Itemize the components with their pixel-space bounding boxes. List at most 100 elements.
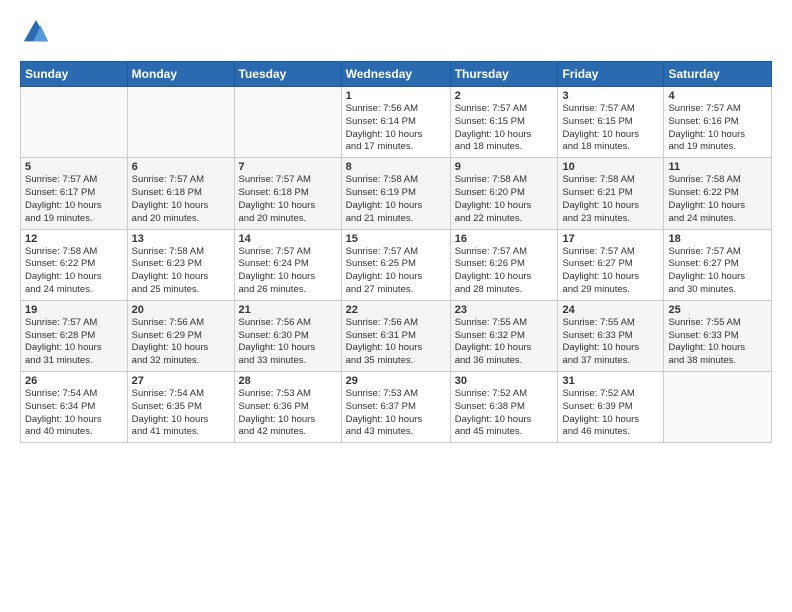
day-number: 27 xyxy=(132,375,230,387)
calendar-cell: 18Sunrise: 7:57 AM Sunset: 6:27 PM Dayli… xyxy=(664,229,772,300)
calendar-cell: 15Sunrise: 7:57 AM Sunset: 6:25 PM Dayli… xyxy=(341,229,450,300)
calendar-week-row: 5Sunrise: 7:57 AM Sunset: 6:17 PM Daylig… xyxy=(21,158,772,229)
calendar-cell: 10Sunrise: 7:58 AM Sunset: 6:21 PM Dayli… xyxy=(558,158,664,229)
calendar-cell: 25Sunrise: 7:55 AM Sunset: 6:33 PM Dayli… xyxy=(664,300,772,371)
day-info: Sunrise: 7:54 AM Sunset: 6:34 PM Dayligh… xyxy=(25,388,123,439)
day-info: Sunrise: 7:58 AM Sunset: 6:21 PM Dayligh… xyxy=(562,174,659,225)
day-info: Sunrise: 7:56 AM Sunset: 6:30 PM Dayligh… xyxy=(239,317,337,368)
day-number: 9 xyxy=(455,161,554,173)
calendar-week-row: 12Sunrise: 7:58 AM Sunset: 6:22 PM Dayli… xyxy=(21,229,772,300)
weekday-header-saturday: Saturday xyxy=(664,62,772,87)
calendar-cell: 1Sunrise: 7:56 AM Sunset: 6:14 PM Daylig… xyxy=(341,87,450,158)
calendar-cell: 2Sunrise: 7:57 AM Sunset: 6:15 PM Daylig… xyxy=(450,87,558,158)
day-info: Sunrise: 7:55 AM Sunset: 6:32 PM Dayligh… xyxy=(455,317,554,368)
day-number: 1 xyxy=(346,90,446,102)
day-info: Sunrise: 7:57 AM Sunset: 6:15 PM Dayligh… xyxy=(455,103,554,154)
day-info: Sunrise: 7:53 AM Sunset: 6:36 PM Dayligh… xyxy=(239,388,337,439)
calendar-week-row: 26Sunrise: 7:54 AM Sunset: 6:34 PM Dayli… xyxy=(21,372,772,443)
calendar-cell: 7Sunrise: 7:57 AM Sunset: 6:18 PM Daylig… xyxy=(234,158,341,229)
calendar-cell: 23Sunrise: 7:55 AM Sunset: 6:32 PM Dayli… xyxy=(450,300,558,371)
day-number: 21 xyxy=(239,304,337,316)
day-number: 7 xyxy=(239,161,337,173)
day-info: Sunrise: 7:52 AM Sunset: 6:39 PM Dayligh… xyxy=(562,388,659,439)
calendar-cell: 9Sunrise: 7:58 AM Sunset: 6:20 PM Daylig… xyxy=(450,158,558,229)
calendar-cell: 21Sunrise: 7:56 AM Sunset: 6:30 PM Dayli… xyxy=(234,300,341,371)
calendar-cell: 30Sunrise: 7:52 AM Sunset: 6:38 PM Dayli… xyxy=(450,372,558,443)
calendar-cell: 6Sunrise: 7:57 AM Sunset: 6:18 PM Daylig… xyxy=(127,158,234,229)
day-number: 5 xyxy=(25,161,123,173)
weekday-header-monday: Monday xyxy=(127,62,234,87)
calendar-table: SundayMondayTuesdayWednesdayThursdayFrid… xyxy=(20,61,772,443)
day-number: 10 xyxy=(562,161,659,173)
day-info: Sunrise: 7:57 AM Sunset: 6:26 PM Dayligh… xyxy=(455,246,554,297)
calendar-cell: 3Sunrise: 7:57 AM Sunset: 6:15 PM Daylig… xyxy=(558,87,664,158)
day-number: 6 xyxy=(132,161,230,173)
weekday-header-sunday: Sunday xyxy=(21,62,128,87)
day-info: Sunrise: 7:58 AM Sunset: 6:22 PM Dayligh… xyxy=(668,174,767,225)
calendar-week-row: 19Sunrise: 7:57 AM Sunset: 6:28 PM Dayli… xyxy=(21,300,772,371)
day-number: 24 xyxy=(562,304,659,316)
day-number: 29 xyxy=(346,375,446,387)
day-number: 4 xyxy=(668,90,767,102)
calendar-cell xyxy=(127,87,234,158)
calendar-cell: 12Sunrise: 7:58 AM Sunset: 6:22 PM Dayli… xyxy=(21,229,128,300)
weekday-header-tuesday: Tuesday xyxy=(234,62,341,87)
calendar-cell: 11Sunrise: 7:58 AM Sunset: 6:22 PM Dayli… xyxy=(664,158,772,229)
calendar-cell: 20Sunrise: 7:56 AM Sunset: 6:29 PM Dayli… xyxy=(127,300,234,371)
calendar-cell: 4Sunrise: 7:57 AM Sunset: 6:16 PM Daylig… xyxy=(664,87,772,158)
calendar-cell: 8Sunrise: 7:58 AM Sunset: 6:19 PM Daylig… xyxy=(341,158,450,229)
day-number: 22 xyxy=(346,304,446,316)
day-number: 19 xyxy=(25,304,123,316)
day-number: 15 xyxy=(346,233,446,245)
calendar-cell: 17Sunrise: 7:57 AM Sunset: 6:27 PM Dayli… xyxy=(558,229,664,300)
weekday-header-thursday: Thursday xyxy=(450,62,558,87)
calendar-cell: 13Sunrise: 7:58 AM Sunset: 6:23 PM Dayli… xyxy=(127,229,234,300)
calendar-cell: 19Sunrise: 7:57 AM Sunset: 6:28 PM Dayli… xyxy=(21,300,128,371)
page: SundayMondayTuesdayWednesdayThursdayFrid… xyxy=(0,0,792,453)
day-number: 20 xyxy=(132,304,230,316)
day-info: Sunrise: 7:55 AM Sunset: 6:33 PM Dayligh… xyxy=(562,317,659,368)
day-number: 14 xyxy=(239,233,337,245)
day-info: Sunrise: 7:57 AM Sunset: 6:28 PM Dayligh… xyxy=(25,317,123,368)
weekday-header-wednesday: Wednesday xyxy=(341,62,450,87)
calendar-cell xyxy=(664,372,772,443)
day-info: Sunrise: 7:57 AM Sunset: 6:18 PM Dayligh… xyxy=(239,174,337,225)
day-info: Sunrise: 7:54 AM Sunset: 6:35 PM Dayligh… xyxy=(132,388,230,439)
day-number: 26 xyxy=(25,375,123,387)
day-info: Sunrise: 7:58 AM Sunset: 6:20 PM Dayligh… xyxy=(455,174,554,225)
day-number: 3 xyxy=(562,90,659,102)
day-number: 25 xyxy=(668,304,767,316)
day-info: Sunrise: 7:58 AM Sunset: 6:19 PM Dayligh… xyxy=(346,174,446,225)
day-number: 31 xyxy=(562,375,659,387)
calendar-cell: 26Sunrise: 7:54 AM Sunset: 6:34 PM Dayli… xyxy=(21,372,128,443)
day-info: Sunrise: 7:56 AM Sunset: 6:14 PM Dayligh… xyxy=(346,103,446,154)
day-info: Sunrise: 7:58 AM Sunset: 6:22 PM Dayligh… xyxy=(25,246,123,297)
day-info: Sunrise: 7:57 AM Sunset: 6:17 PM Dayligh… xyxy=(25,174,123,225)
day-info: Sunrise: 7:55 AM Sunset: 6:33 PM Dayligh… xyxy=(668,317,767,368)
day-number: 28 xyxy=(239,375,337,387)
day-number: 8 xyxy=(346,161,446,173)
day-info: Sunrise: 7:56 AM Sunset: 6:29 PM Dayligh… xyxy=(132,317,230,368)
calendar-cell: 22Sunrise: 7:56 AM Sunset: 6:31 PM Dayli… xyxy=(341,300,450,371)
day-number: 17 xyxy=(562,233,659,245)
day-info: Sunrise: 7:57 AM Sunset: 6:18 PM Dayligh… xyxy=(132,174,230,225)
calendar-cell: 16Sunrise: 7:57 AM Sunset: 6:26 PM Dayli… xyxy=(450,229,558,300)
calendar-cell: 24Sunrise: 7:55 AM Sunset: 6:33 PM Dayli… xyxy=(558,300,664,371)
day-info: Sunrise: 7:56 AM Sunset: 6:31 PM Dayligh… xyxy=(346,317,446,368)
day-number: 30 xyxy=(455,375,554,387)
day-info: Sunrise: 7:58 AM Sunset: 6:23 PM Dayligh… xyxy=(132,246,230,297)
day-number: 18 xyxy=(668,233,767,245)
calendar-cell: 27Sunrise: 7:54 AM Sunset: 6:35 PM Dayli… xyxy=(127,372,234,443)
calendar-cell xyxy=(21,87,128,158)
logo-icon xyxy=(22,18,50,46)
day-info: Sunrise: 7:57 AM Sunset: 6:15 PM Dayligh… xyxy=(562,103,659,154)
calendar-cell: 31Sunrise: 7:52 AM Sunset: 6:39 PM Dayli… xyxy=(558,372,664,443)
calendar-cell: 14Sunrise: 7:57 AM Sunset: 6:24 PM Dayli… xyxy=(234,229,341,300)
day-number: 11 xyxy=(668,161,767,173)
calendar-cell: 29Sunrise: 7:53 AM Sunset: 6:37 PM Dayli… xyxy=(341,372,450,443)
calendar-week-row: 1Sunrise: 7:56 AM Sunset: 6:14 PM Daylig… xyxy=(21,87,772,158)
header xyxy=(20,18,772,51)
day-info: Sunrise: 7:57 AM Sunset: 6:25 PM Dayligh… xyxy=(346,246,446,297)
weekday-header-friday: Friday xyxy=(558,62,664,87)
day-info: Sunrise: 7:57 AM Sunset: 6:27 PM Dayligh… xyxy=(562,246,659,297)
